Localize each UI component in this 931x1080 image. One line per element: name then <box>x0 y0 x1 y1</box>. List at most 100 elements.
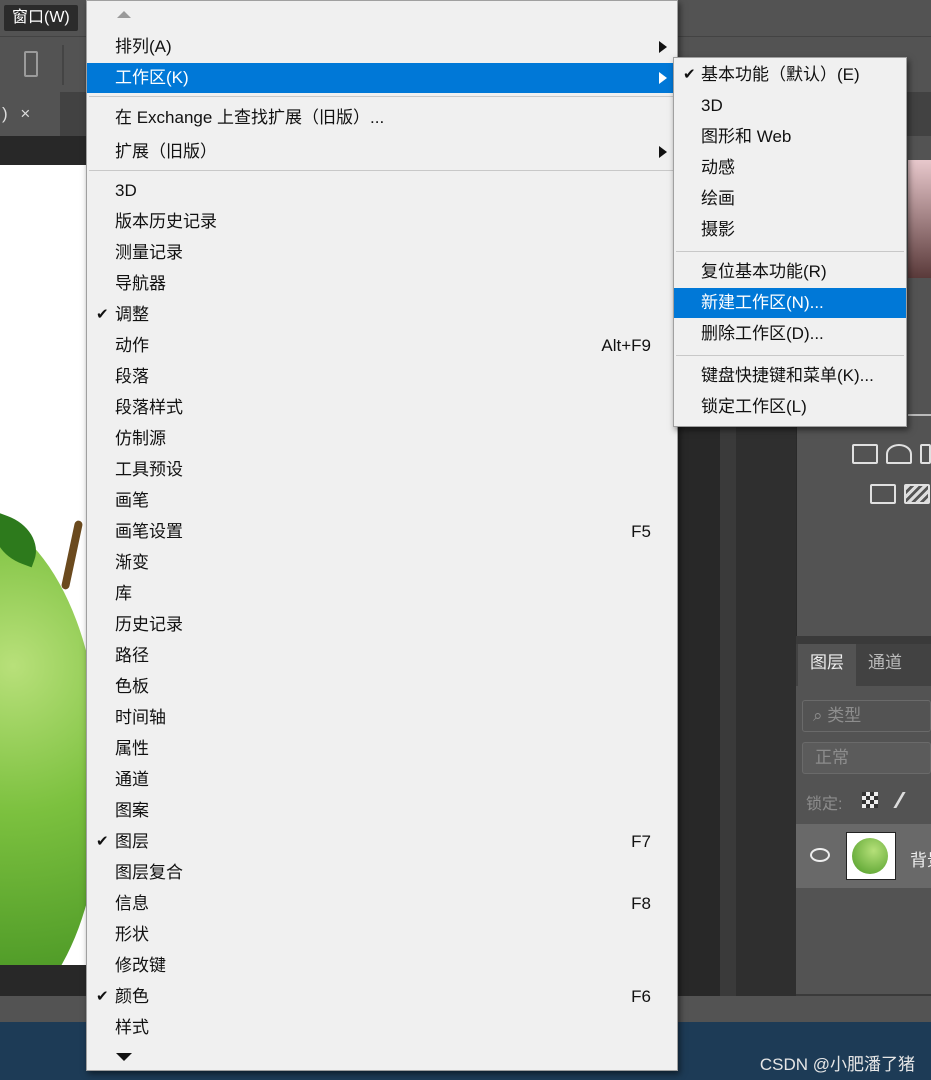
workspace-menu-item-2[interactable]: 图形和 Web <box>674 122 906 152</box>
menu-item-shortcut: F5 <box>631 522 651 541</box>
workspace-menu-item-1[interactable]: 3D <box>674 91 906 121</box>
window-menu-item-12[interactable]: 仿制源 <box>87 424 677 454</box>
checkmark-icon: ✔ <box>96 833 109 850</box>
menu-item-label: 键盘快捷键和菜单(K)... <box>701 366 874 385</box>
window-menu-item-30[interactable]: ✔ 颜色 F6 <box>87 982 677 1012</box>
submenu-arrow-icon <box>659 41 667 53</box>
window-menu-item-22[interactable]: 属性 <box>87 734 677 764</box>
menu-item-label: 路径 <box>115 646 149 665</box>
levels-icon[interactable] <box>852 444 878 464</box>
menu-item-label: 摄影 <box>701 220 735 239</box>
window-menu-item-16[interactable]: 渐变 <box>87 548 677 578</box>
document-canvas[interactable] <box>0 165 88 965</box>
window-menu-item-1[interactable]: 工作区(K) <box>87 63 677 93</box>
menu-item-label: 图层 <box>115 832 149 851</box>
scroll-down-arrow-icon[interactable] <box>116 1053 132 1061</box>
curves-icon[interactable] <box>920 444 931 464</box>
window-menu-item-29[interactable]: 修改键 <box>87 951 677 981</box>
menu-item-label: 时间轴 <box>115 708 166 727</box>
window-menu-item-14[interactable]: 画笔 <box>87 486 677 516</box>
window-menu-item-13[interactable]: 工具预设 <box>87 455 677 485</box>
options-divider <box>62 45 64 85</box>
invert-icon[interactable] <box>870 484 896 504</box>
menu-separator <box>89 96 675 97</box>
layer-filter-select[interactable]: ⌕ 类型 <box>802 700 931 732</box>
window-menu-item-23[interactable]: 通道 <box>87 765 677 795</box>
workspace-menu-item-0[interactable]: ✔ 基本功能（默认）(E) <box>674 60 906 90</box>
blend-mode-select[interactable]: 正常 <box>802 742 931 774</box>
checkmark-icon: ✔ <box>96 306 109 323</box>
menu-item-label: 删除工作区(D)... <box>701 324 824 343</box>
window-menu-item-31[interactable]: 样式 <box>87 1013 677 1043</box>
search-icon: ⌕ <box>813 706 828 725</box>
align-icon[interactable] <box>24 51 38 77</box>
window-menu-item-4[interactable]: 3D <box>87 176 677 206</box>
workspace-submenu: ✔ 基本功能（默认）(E) 3D 图形和 Web 动感绘画摄影复位基本功能(R) 新建工作… <box>673 57 907 427</box>
menu-window[interactable]: 窗口(W) <box>4 5 78 31</box>
menu-item-label: 画笔设置 <box>115 522 183 541</box>
window-menu-item-3[interactable]: 扩展（旧版） <box>87 137 677 167</box>
thumbnail-apple <box>852 838 888 874</box>
window-menu-item-19[interactable]: 路径 <box>87 641 677 671</box>
tab-channels[interactable]: 通道 <box>856 644 914 686</box>
menu-item-label: 基本功能（默认）(E) <box>701 65 860 84</box>
menu-item-label: 修改键 <box>115 956 166 975</box>
menu-item-label: 排列(A) <box>115 37 172 56</box>
close-tab-icon[interactable]: × <box>20 104 30 123</box>
window-menu-item-15[interactable]: 画笔设置 F5 <box>87 517 677 547</box>
menu-item-label: 3D <box>701 96 723 115</box>
menu-item-label: 图形和 Web <box>701 127 792 146</box>
window-menu-item-25[interactable]: ✔ 图层 F7 <box>87 827 677 857</box>
menu-item-label: 测量记录 <box>115 243 183 262</box>
menu-item-label: 绘画 <box>701 189 735 208</box>
menu-item-label: 工具预设 <box>115 460 183 479</box>
workspace-menu-item-8[interactable]: 删除工作区(D)... <box>674 319 906 349</box>
workspace-menu-item-10[interactable]: 锁定工作区(L) <box>674 392 906 422</box>
window-menu-item-18[interactable]: 历史记录 <box>87 610 677 640</box>
scroll-up-arrow-icon[interactable] <box>117 11 131 18</box>
menu-item-label: 颜色 <box>115 987 149 1006</box>
workspace-menu-item-9[interactable]: 键盘快捷键和菜单(K)... <box>674 361 906 391</box>
window-menu-item-7[interactable]: 导航器 <box>87 269 677 299</box>
workspace-menu-item-3[interactable]: 动感 <box>674 153 906 183</box>
window-menu-item-2[interactable]: 在 Exchange 上查找扩展（旧版）... <box>87 103 677 133</box>
color-picker-field[interactable] <box>908 160 931 278</box>
workspace-menu-item-5[interactable]: 摄影 <box>674 215 906 245</box>
menu-item-label: 样式 <box>115 1018 149 1037</box>
layers-panel <box>796 644 931 994</box>
window-menu-item-10[interactable]: 段落 <box>87 362 677 392</box>
lock-transparency-icon[interactable] <box>862 792 878 808</box>
visibility-eye-icon[interactable] <box>810 848 830 862</box>
window-menu-item-9[interactable]: 动作 Alt+F9 <box>87 331 677 361</box>
menu-item-shortcut: Alt+F9 <box>601 336 651 355</box>
workspace-menu-item-4[interactable]: 绘画 <box>674 184 906 214</box>
menu-separator <box>676 355 904 356</box>
window-menu-item-0[interactable]: 排列(A) <box>87 32 677 62</box>
document-tab[interactable]: ) × <box>0 92 60 136</box>
window-menu-item-6[interactable]: 测量记录 <box>87 238 677 268</box>
window-menu-item-11[interactable]: 段落样式 <box>87 393 677 423</box>
window-menu-item-26[interactable]: 图层复合 <box>87 858 677 888</box>
window-menu-item-5[interactable]: 版本历史记录 <box>87 207 677 237</box>
window-menu-item-24[interactable]: 图案 <box>87 796 677 826</box>
menu-item-label: 3D <box>115 181 137 200</box>
menu-item-label: 库 <box>115 584 132 603</box>
histogram-strip <box>908 398 931 416</box>
workspace-menu-item-6[interactable]: 复位基本功能(R) <box>674 257 906 287</box>
filter-placeholder: 类型 <box>827 706 862 725</box>
window-menu-item-28[interactable]: 形状 <box>87 920 677 950</box>
tab-layers[interactable]: 图层 <box>798 644 856 686</box>
window-menu-item-8[interactable]: ✔ 调整 <box>87 300 677 330</box>
apple-stem <box>60 519 84 591</box>
menu-item-label: 动作 <box>115 336 149 355</box>
window-menu-item-27[interactable]: 信息 F8 <box>87 889 677 919</box>
balance-icon[interactable] <box>886 444 912 464</box>
layer-name[interactable]: 背景 <box>910 846 931 871</box>
menu-item-label: 渐变 <box>115 553 149 572</box>
gradient-map-icon[interactable] <box>904 484 930 504</box>
window-menu-item-21[interactable]: 时间轴 <box>87 703 677 733</box>
window-menu-item-20[interactable]: 色板 <box>87 672 677 702</box>
menu-item-label: 复位基本功能(R) <box>701 262 827 281</box>
window-menu-item-17[interactable]: 库 <box>87 579 677 609</box>
workspace-menu-item-7[interactable]: 新建工作区(N)... <box>674 288 906 318</box>
